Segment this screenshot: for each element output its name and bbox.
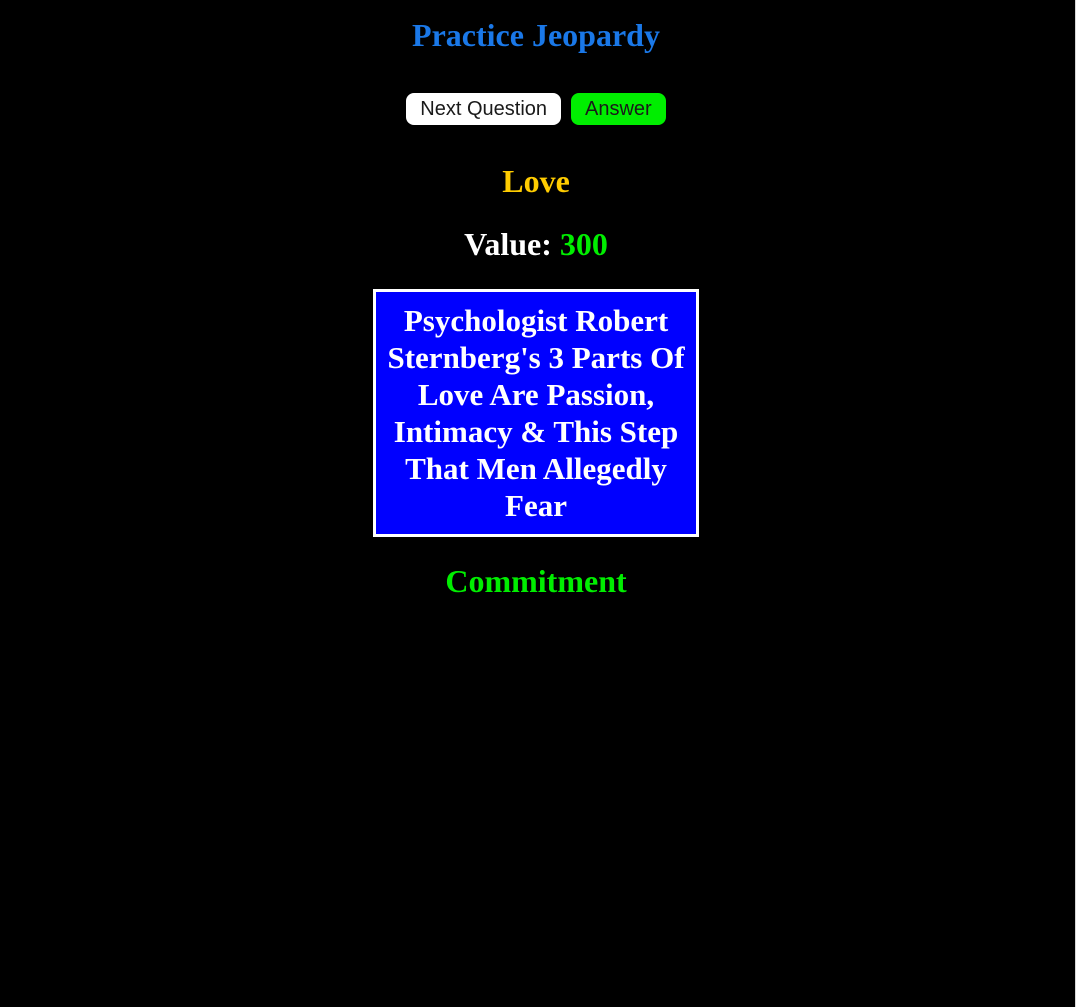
clue-text: Psychologist Robert Sternberg's 3 Parts … [387,303,685,523]
page-title: Practice Jeopardy [412,17,660,53]
answer-text: Commitment [445,563,627,599]
button-row: Next Question Answer [0,93,1072,125]
value-line: Value: 300 [0,225,1072,263]
value-label: Value: [464,226,552,262]
value-amount: 300 [559,226,608,262]
answer-button[interactable]: Answer [571,93,666,125]
clue-card: Psychologist Robert Sternberg's 3 Parts … [373,289,699,537]
category-title: Love [502,163,570,199]
next-question-button[interactable]: Next Question [406,93,562,125]
